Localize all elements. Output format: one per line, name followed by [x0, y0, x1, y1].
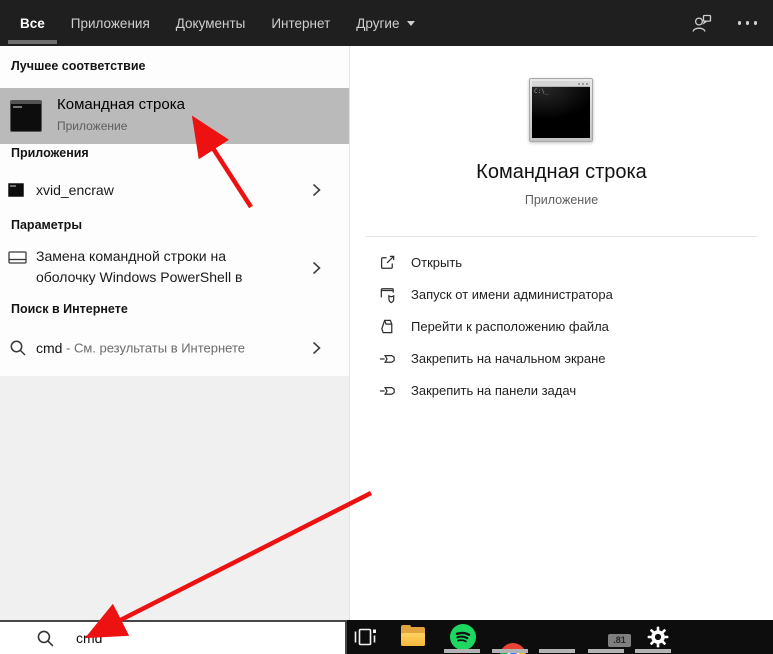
result-command-prompt[interactable]: Командная строка Приложение — [0, 88, 349, 144]
command-prompt-large-icon: C:\_ — [529, 78, 593, 142]
results-panel: Лучшее соответствие Командная строка При… — [0, 46, 349, 620]
chevron-right-icon — [312, 261, 321, 275]
app-window-icon — [8, 183, 24, 197]
search-icon — [37, 630, 54, 647]
action-label: Перейти к расположению файла — [411, 318, 609, 334]
result-subtitle: Приложение — [57, 119, 128, 133]
pin-icon — [379, 386, 395, 395]
chevron-down-icon — [407, 20, 416, 26]
tab-documents-label: Документы — [175, 15, 246, 31]
action-label: Запуск от имени администратора — [411, 286, 613, 302]
results-list: Лучшее соответствие Командная строка При… — [0, 46, 349, 376]
web-note: - См. результаты в Интернете — [66, 340, 246, 356]
file-location-icon — [381, 319, 393, 333]
search-icon — [10, 340, 26, 356]
action-label: Открыть — [411, 254, 463, 270]
feedback-person-icon[interactable] — [690, 11, 714, 35]
tab-more-label: Другие — [356, 15, 400, 31]
active-tab-underline — [8, 40, 57, 44]
tab-apps-label: Приложения — [70, 15, 150, 31]
action-label: Закрепить на панели задач — [411, 382, 577, 398]
result-powershell-setting[interactable]: Замена командной строки на оболочку Wind… — [0, 240, 349, 296]
running-indicator-chrome — [492, 649, 528, 653]
file-explorer-icon[interactable] — [401, 625, 425, 646]
settings-gear-icon[interactable] — [646, 625, 670, 649]
action-pin-to-taskbar[interactable]: Закрепить на панели задач — [366, 374, 757, 406]
section-best-match: Лучшее соответствие — [11, 59, 146, 73]
windows-search-window: Все Приложения Документы Интернет Другие — [0, 0, 773, 654]
search-filter-header: Все Приложения Документы Интернет Другие — [0, 0, 773, 46]
pin-icon — [379, 354, 395, 363]
running-indicator-telegram — [588, 649, 624, 653]
tab-web[interactable]: Интернет — [271, 0, 330, 46]
taskbar: cmd .81 — [0, 620, 773, 654]
running-indicator-spotify — [444, 649, 480, 653]
tab-web-label: Интернет — [271, 15, 331, 31]
search-input[interactable]: cmd — [0, 620, 347, 654]
tab-documents[interactable]: Документы — [176, 0, 246, 46]
result-label: xvid_encraw — [36, 182, 114, 198]
action-run-as-admin[interactable]: Запуск от имени администратора — [366, 278, 757, 310]
action-open[interactable]: Открыть — [366, 246, 757, 278]
result-xvid-encraw[interactable]: xvid_encraw — [0, 170, 349, 210]
details-panel: C:\_ Командная строка Приложение Открыть — [350, 46, 773, 620]
app-subtitle: Приложение — [524, 193, 599, 207]
action-pin-to-start[interactable]: Закрепить на начальном экране — [366, 342, 757, 374]
telegram-badge: .81 — [608, 634, 631, 647]
tab-all[interactable]: Все — [8, 0, 57, 46]
cmd-prompt-text: C:\_ — [534, 88, 549, 95]
setting-line-1: Замена командной строки на — [36, 248, 227, 264]
running-indicator-settings — [635, 649, 671, 653]
spotify-waves-icon — [455, 631, 471, 643]
tab-more[interactable]: Другие — [356, 0, 416, 46]
section-web-search: Поиск в Интернете — [11, 302, 128, 316]
web-query: cmd — [36, 340, 63, 356]
running-indicator-discord — [539, 649, 575, 653]
command-prompt-icon — [10, 100, 42, 132]
run-as-admin-shield-icon — [380, 287, 395, 303]
app-title: Командная строка — [476, 161, 647, 183]
spotify-icon[interactable] — [450, 624, 476, 650]
setting-line-2: оболочку Windows PowerShell в — [36, 269, 243, 285]
action-open-file-location[interactable]: Перейти к расположению файла — [366, 310, 757, 342]
task-view-icon[interactable] — [353, 625, 377, 649]
system-setting-icon — [8, 251, 27, 264]
section-apps: Приложения — [11, 146, 89, 160]
action-label: Закрепить на начальном экране — [411, 350, 606, 366]
more-options-icon[interactable] — [736, 15, 760, 31]
result-web-search-cmd[interactable]: cmd - См. результаты в Интернете — [0, 328, 349, 368]
result-label: Замена командной строки на оболочку Wind… — [36, 246, 242, 288]
search-input-value: cmd — [76, 630, 103, 646]
chevron-right-icon — [312, 183, 321, 197]
section-settings: Параметры — [11, 218, 82, 232]
filter-tabs: Все Приложения Документы Интернет Другие — [8, 0, 416, 46]
chevron-right-icon — [312, 341, 321, 355]
result-title: Командная строка — [57, 96, 185, 113]
actions-divider — [366, 236, 757, 237]
tab-all-label: Все — [20, 15, 45, 31]
open-icon — [380, 255, 395, 269]
tab-apps[interactable]: Приложения — [71, 0, 150, 46]
